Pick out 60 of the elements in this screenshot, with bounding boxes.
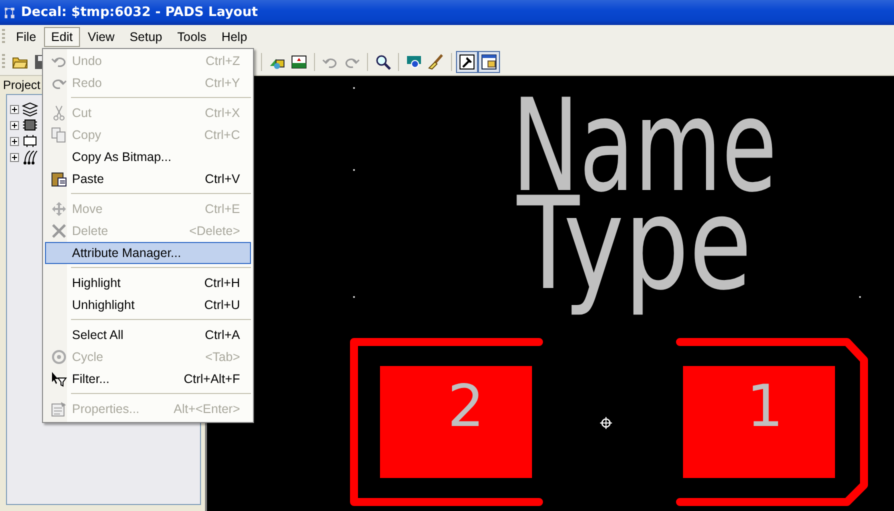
menu-item[interactable]: View bbox=[80, 26, 122, 46]
menu-item[interactable]: Highlight Ctrl+H bbox=[45, 272, 251, 294]
origin-marker bbox=[600, 416, 612, 430]
shortcut-text: <Delete> bbox=[189, 224, 241, 238]
menu-item[interactable]: Tools bbox=[170, 26, 214, 46]
expand-icon[interactable] bbox=[10, 152, 19, 162]
grid-dot bbox=[859, 296, 861, 298]
pad-number: 2 bbox=[448, 372, 484, 440]
menu-item[interactable]: Help bbox=[214, 26, 254, 46]
menu-item[interactable]: Edit bbox=[44, 26, 80, 46]
window-title: Decal: $tmp:6032 - PADS Layout bbox=[21, 5, 258, 20]
shortcut-text: Alt+<Enter> bbox=[174, 402, 241, 416]
hammer-icon[interactable] bbox=[459, 54, 475, 70]
board-icon[interactable] bbox=[291, 54, 307, 70]
layers-icon[interactable] bbox=[22, 101, 38, 117]
expand-icon[interactable] bbox=[10, 104, 19, 114]
shortcut-text: Ctrl+H bbox=[204, 276, 241, 290]
scissors-icon bbox=[51, 105, 67, 121]
monitor-icon[interactable] bbox=[406, 54, 422, 70]
nets-icon[interactable] bbox=[22, 149, 38, 165]
move-icon bbox=[51, 201, 67, 217]
menu-item[interactable]: Paste Ctrl+V bbox=[45, 168, 251, 190]
grid-dot bbox=[353, 296, 355, 298]
outline-icon[interactable] bbox=[22, 133, 38, 149]
menu-item[interactable]: Copy As Bitmap... bbox=[45, 146, 251, 168]
menu-item[interactable]: File bbox=[9, 26, 44, 46]
expand-icon[interactable] bbox=[10, 120, 19, 130]
search-icon[interactable] bbox=[375, 54, 391, 70]
shortcut-text: Ctrl+X bbox=[204, 106, 241, 120]
shortcut-text: Ctrl+Y bbox=[204, 76, 241, 90]
cycle-icon bbox=[51, 349, 67, 365]
shortcut-text: Ctrl+Z bbox=[206, 54, 241, 68]
pad-number: 1 bbox=[746, 372, 784, 440]
filter-icon bbox=[51, 371, 67, 387]
panel-title: Project bbox=[3, 78, 40, 94]
app-icon bbox=[3, 6, 17, 20]
menu-item[interactable]: Setup bbox=[122, 26, 170, 46]
brush-icon[interactable] bbox=[428, 54, 444, 70]
shortcut-text: Ctrl+Alt+F bbox=[184, 372, 241, 386]
shortcut-text: Ctrl+V bbox=[204, 172, 241, 186]
toolbar-grip bbox=[2, 54, 5, 70]
properties-icon bbox=[51, 401, 67, 417]
shortcut-text: Ctrl+E bbox=[204, 202, 241, 216]
shortcut-text: <Tab> bbox=[205, 350, 241, 364]
toolbar-grip bbox=[2, 28, 5, 44]
window-icon[interactable] bbox=[481, 54, 497, 70]
cross-icon bbox=[51, 223, 67, 239]
expand-icon[interactable] bbox=[10, 136, 19, 146]
shortcut-text: Ctrl+A bbox=[204, 328, 241, 342]
shortcut-text: Ctrl+U bbox=[204, 298, 241, 312]
grid-dot bbox=[353, 87, 355, 89]
menu-item[interactable]: Select All Ctrl+A bbox=[45, 324, 251, 346]
menu-item[interactable]: Unhighlight Ctrl+U bbox=[45, 294, 251, 316]
chip-icon[interactable] bbox=[22, 117, 38, 133]
shortcut-text: Ctrl+C bbox=[204, 128, 241, 142]
menu-item[interactable]: Filter... Ctrl+Alt+F bbox=[45, 368, 251, 390]
menu-item[interactable]: Attribute Manager... bbox=[45, 242, 251, 264]
copy-icon bbox=[51, 127, 67, 143]
clipboard-icon bbox=[51, 171, 67, 187]
grid-dot bbox=[353, 169, 355, 171]
